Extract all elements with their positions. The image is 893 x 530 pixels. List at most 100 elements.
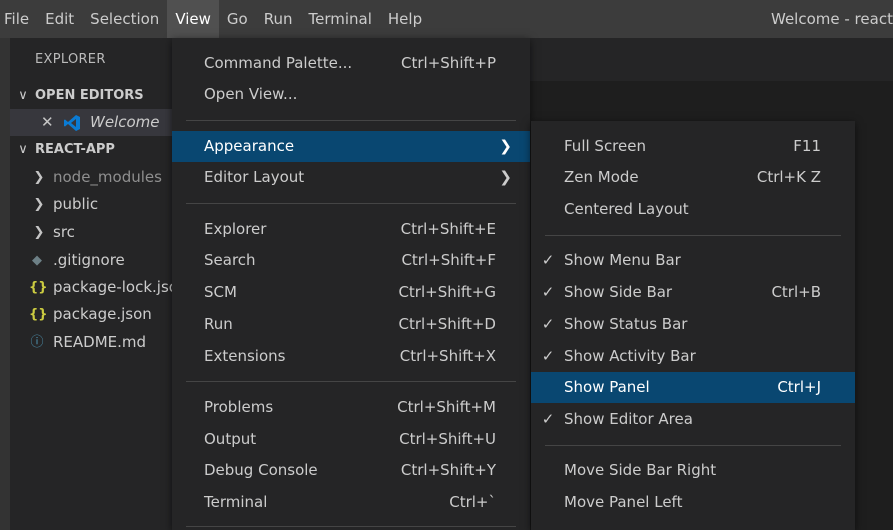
menu-file[interactable]: File [0,0,37,38]
open-editors-label: OPEN EDITORS [35,88,144,103]
chevron-down-icon: ∨ [18,142,28,157]
chevron-down-icon: ∨ [18,88,28,103]
menu-item-shortcut: F11 [793,137,821,155]
menu-bar: File Edit Selection View Go Run Terminal… [0,0,893,38]
tree-item-label: node_modules [53,168,162,186]
menu-item-label: Editor Layout [204,168,305,186]
react-app-header[interactable]: ∨ REACT-APP [10,137,172,163]
tree-item-node-modules[interactable]: ❯ node_modules [10,164,172,191]
tree-item-readme[interactable]: ⓘ README.md [10,329,172,356]
menu-item-label: Output [204,430,257,448]
menu-item-label: Open View... [204,85,298,103]
menu-item-shortcut: Ctrl+B [771,283,821,301]
menu-item-label: Move Side Bar Right [564,461,717,479]
menu-item-open-view[interactable]: Open View... [172,79,530,110]
menu-item-full-screen[interactable]: Full Screen F11 [531,131,855,162]
menu-help[interactable]: Help [380,0,430,38]
chevron-right-icon: ❯ [33,170,45,185]
close-icon[interactable]: ✕ [41,109,54,136]
menu-item-label: Terminal [204,493,268,511]
checkmark-icon: ✓ [541,251,555,269]
menu-item-show-side-bar[interactable]: ✓ Show Side Bar Ctrl+B [531,277,855,308]
menu-view[interactable]: View [167,0,219,38]
menu-item-shortcut: Ctrl+Shift+D [398,315,496,333]
chevron-right-icon: ❯ [499,137,512,155]
menu-separator [545,445,841,446]
menu-item-explorer[interactable]: Explorer Ctrl+Shift+E [172,214,530,245]
checkmark-icon: ✓ [541,410,555,428]
checkmark-icon: ✓ [541,315,555,333]
vscode-icon [64,115,80,131]
menu-item-label: SCM [204,283,237,301]
menu-item-label: Command Palette... [204,54,353,72]
menu-item-move-panel-left[interactable]: Move Panel Left [531,487,855,518]
tree-item-package-json[interactable]: {} package.json [10,301,172,328]
tree-item-src[interactable]: ❯ src [10,219,172,246]
window-title: Welcome - react-a [771,10,893,28]
tree-item-label: README.md [53,333,147,351]
menu-item-label: Show Side Bar [564,283,673,301]
git-icon: ◆ [32,253,42,268]
menu-item-shortcut: Ctrl+K Z [756,168,821,186]
checkmark-icon: ✓ [541,347,555,365]
menu-item-label: Appearance [204,137,295,155]
menu-separator [186,381,516,382]
menu-item-problems[interactable]: Problems Ctrl+Shift+M [172,392,530,423]
menu-item-centered-layout[interactable]: Centered Layout [531,194,855,225]
menu-run[interactable]: Run [256,0,301,38]
menu-item-shortcut: Ctrl+Shift+Y [400,461,496,479]
menu-item-editor-layout[interactable]: Editor Layout ❯ [172,162,530,193]
menu-item-shortcut: Ctrl+Shift+G [398,283,496,301]
explorer-sidebar: EXPLORER ∨ OPEN EDITORS ✕ Welcome ∨ REAC… [10,38,172,530]
tree-item-label: public [53,195,99,213]
chevron-right-icon: ❯ [499,168,512,186]
tree-item-gitignore[interactable]: ◆ .gitignore [10,247,172,274]
menu-item-label: Extensions [204,347,286,365]
menu-item-label: Show Activity Bar [564,347,696,365]
menu-item-terminal[interactable]: Terminal Ctrl+` [172,487,530,518]
menu-item-appearance[interactable]: Appearance ❯ [172,131,530,162]
menu-separator [186,203,516,204]
menu-item-show-activity-bar[interactable]: ✓ Show Activity Bar [531,341,855,372]
menu-item-label: Explorer [204,220,267,238]
menu-go[interactable]: Go [219,0,256,38]
tree-item-label: package.json [53,305,152,323]
open-editor-welcome[interactable]: ✕ Welcome [10,109,172,136]
tree-item-public[interactable]: ❯ public [10,191,172,218]
menu-terminal[interactable]: Terminal [301,0,380,38]
menu-item-move-side-bar-right[interactable]: Move Side Bar Right [531,455,855,486]
menu-item-label: Centered Layout [564,200,689,218]
json-icon: {} [29,280,48,295]
menu-selection[interactable]: Selection [82,0,167,38]
tree-item-label: .gitignore [53,251,125,269]
menu-item-shortcut: Ctrl+Shift+X [399,347,496,365]
menu-separator [545,235,841,236]
menu-item-zen-mode[interactable]: Zen Mode Ctrl+K Z [531,162,855,193]
menu-edit[interactable]: Edit [37,0,82,38]
activity-bar [0,38,10,530]
menu-separator [186,120,516,121]
menu-item-scm[interactable]: SCM Ctrl+Shift+G [172,277,530,308]
tree-item-package-lock[interactable]: {} package-lock.jso [10,274,172,301]
menu-item-show-editor-area[interactable]: ✓ Show Editor Area [531,404,855,435]
menu-item-command-palette[interactable]: Command Palette... Ctrl+Shift+P [172,48,530,79]
menu-item-show-status-bar[interactable]: ✓ Show Status Bar [531,309,855,340]
menu-item-show-panel[interactable]: Show Panel Ctrl+J [531,372,855,403]
menu-item-label: Show Status Bar [564,315,688,333]
menu-item-extensions[interactable]: Extensions Ctrl+Shift+X [172,341,530,372]
json-icon: {} [29,307,48,322]
menu-item-search[interactable]: Search Ctrl+Shift+F [172,245,530,276]
menu-item-output[interactable]: Output Ctrl+Shift+U [172,424,530,455]
explorer-title: EXPLORER [35,52,106,67]
menu-item-label: Full Screen [564,137,646,155]
menu-item-debug-console[interactable]: Debug Console Ctrl+Shift+Y [172,455,530,486]
chevron-right-icon: ❯ [33,225,45,240]
menu-item-run[interactable]: Run Ctrl+Shift+D [172,309,530,340]
menu-item-label: Search [204,251,256,269]
menu-item-shortcut: Ctrl+` [449,493,496,511]
info-icon: ⓘ [30,335,44,350]
react-app-label: REACT-APP [35,142,115,157]
menu-item-label: Show Editor Area [564,410,693,428]
menu-item-show-menu-bar[interactable]: ✓ Show Menu Bar [531,245,855,276]
open-editors-header[interactable]: ∨ OPEN EDITORS [10,83,172,109]
